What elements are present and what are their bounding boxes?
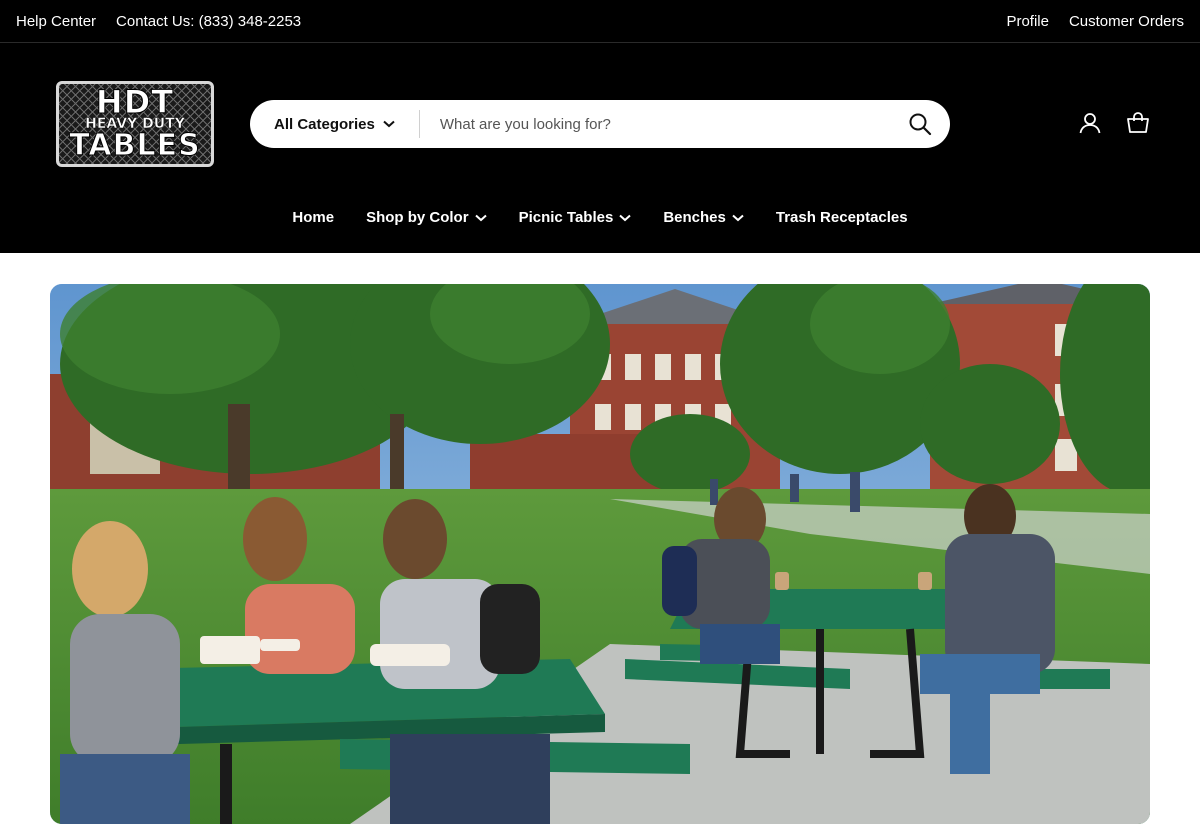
utility-left: Help Center Contact Us: (833) 348-2253	[16, 13, 301, 30]
utility-right: Profile Customer Orders	[1006, 13, 1184, 30]
chevron-down-icon	[619, 214, 631, 221]
search-input[interactable]	[419, 115, 906, 133]
nav-item-label: Shop by Color	[366, 209, 469, 226]
shopping-bag-icon[interactable]	[1126, 111, 1150, 135]
main-nav: Home Shop by Color Picnic Tables Benches…	[0, 209, 1200, 226]
nav-item-trash-receptacles[interactable]: Trash Receptacles	[760, 209, 924, 226]
search-bar: All Categories	[250, 100, 950, 148]
chevron-down-icon	[474, 214, 487, 221]
nav-item-home[interactable]: Home	[276, 209, 350, 226]
nav-item-label: Trash Receptacles	[775, 209, 908, 226]
search-button[interactable]	[906, 110, 934, 138]
site-header: HDT HEAVY DUTY TABLES All Categories Hom…	[0, 43, 1200, 253]
header-icons	[1078, 111, 1150, 135]
nav-item-benches[interactable]: Benches	[647, 209, 760, 226]
hero-banner-image[interactable]	[50, 284, 1150, 824]
nav-item-picnic-tables[interactable]: Picnic Tables	[503, 209, 648, 226]
nav-item-label: Home	[292, 209, 335, 226]
category-select[interactable]: All Categories	[250, 110, 420, 138]
chevron-down-icon	[732, 214, 744, 221]
contact-link[interactable]: Contact Us: (833) 348-2253	[116, 13, 301, 30]
profile-link[interactable]: Profile	[1006, 13, 1049, 30]
nav-item-shop-by-color[interactable]: Shop by Color	[350, 209, 503, 226]
category-select-label: All Categories	[274, 115, 375, 133]
search-icon	[909, 113, 932, 136]
logo-line-3: TABLES	[69, 128, 201, 163]
hero-scene	[50, 284, 1150, 824]
customer-orders-link[interactable]: Customer Orders	[1069, 13, 1184, 30]
nav-item-label: Benches	[663, 209, 726, 226]
utility-bar: Help Center Contact Us: (833) 348-2253 P…	[0, 0, 1200, 43]
site-logo[interactable]: HDT HEAVY DUTY TABLES	[56, 81, 214, 167]
user-icon[interactable]	[1078, 111, 1102, 135]
chevron-down-icon	[383, 120, 395, 128]
logo-line-1: HDT	[95, 83, 175, 121]
help-center-link[interactable]: Help Center	[16, 13, 96, 30]
nav-item-label: Picnic Tables	[518, 209, 614, 226]
